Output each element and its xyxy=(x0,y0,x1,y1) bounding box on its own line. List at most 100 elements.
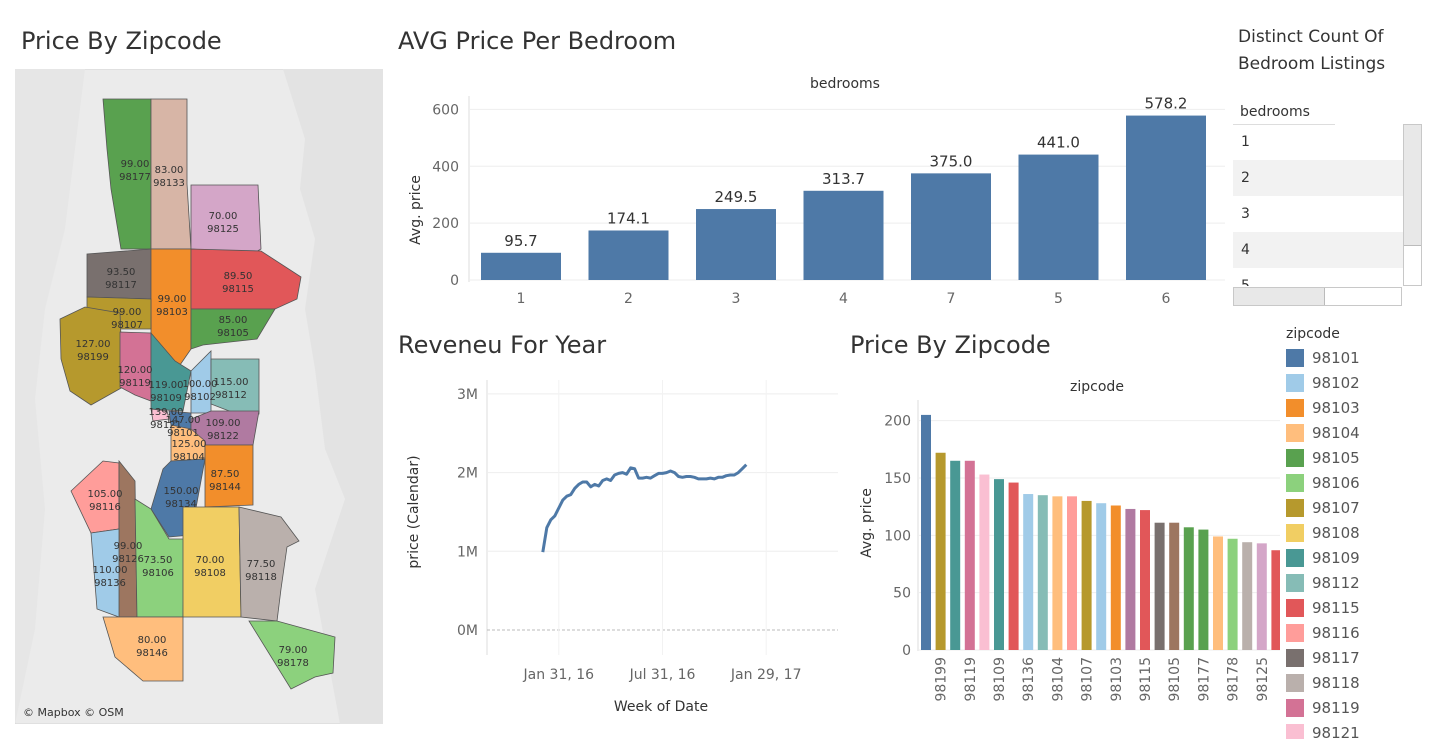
line-chart-revenue-series xyxy=(541,463,748,553)
legend-item[interactable]: 98116 xyxy=(1286,620,1436,645)
zipcode-region[interactable] xyxy=(118,459,138,618)
legend-item[interactable]: 98106 xyxy=(1286,470,1436,495)
zipcode-region-zip: 98177 xyxy=(119,172,151,183)
legend-label: 98103 xyxy=(1312,398,1360,417)
zip-chart-bar[interactable] xyxy=(935,452,946,650)
table-horizontal-scroll-thumb[interactable] xyxy=(1234,288,1325,305)
table-vertical-scroll-thumb[interactable] xyxy=(1404,125,1421,246)
bar-chart-bar[interactable] xyxy=(1018,154,1099,280)
zipcode-region-zip: 98104 xyxy=(173,452,205,463)
bar-chart-bar[interactable] xyxy=(911,173,991,280)
legend-swatch xyxy=(1286,548,1304,567)
line-chart-y-tick: 1M xyxy=(457,544,478,560)
zip-chart-bar[interactable] xyxy=(1023,494,1034,650)
legend-label: 98116 xyxy=(1312,623,1360,642)
zipcode-map[interactable]: 99.00 98177 83.00 98133 70.00 98125 93.50 98117… xyxy=(15,69,383,724)
zip-chart-y-tick: 0 xyxy=(902,643,911,659)
legend-item[interactable]: 98102 xyxy=(1286,370,1436,395)
table-horizontal-scrollbar[interactable] xyxy=(1233,287,1402,306)
zip-chart-bar[interactable] xyxy=(1067,496,1077,650)
legend-label: 98108 xyxy=(1312,523,1360,542)
legend-label: 98121 xyxy=(1312,723,1360,739)
legend-label: 98104 xyxy=(1312,423,1360,442)
bar-chart-bar[interactable] xyxy=(588,230,669,280)
bar-chart-bar[interactable] xyxy=(696,209,776,280)
zip-chart-bar[interactable] xyxy=(1140,510,1150,650)
zip-chart-y-tick: 200 xyxy=(884,414,911,430)
zipcode-region-zip: 98144 xyxy=(209,482,241,493)
table-row[interactable]: 5 xyxy=(1233,268,1403,286)
zip-chart-bar[interactable] xyxy=(1154,522,1165,650)
legend-item[interactable]: 98104 xyxy=(1286,420,1436,445)
zip-chart-bar[interactable] xyxy=(1213,536,1223,650)
legend-item[interactable]: 98121 xyxy=(1286,720,1436,739)
avg-price-bedroom-chart: bedrooms Avg. price 0 200 400 600 95.7 1 174.… xyxy=(408,76,1225,307)
zipcode-region-zip: 98133 xyxy=(153,178,185,189)
legend-label: 98105 xyxy=(1312,448,1360,467)
legend-item[interactable]: 98105 xyxy=(1286,445,1436,470)
legend-item[interactable]: 98118 xyxy=(1286,670,1436,695)
legend-item[interactable]: 98112 xyxy=(1286,570,1436,595)
zip-chart-bar[interactable] xyxy=(1169,522,1180,650)
zip-chart-bar[interactable] xyxy=(1008,482,1019,650)
legend-item[interactable]: 98108 xyxy=(1286,520,1436,545)
bar-chart-y-tick: 0 xyxy=(450,273,459,289)
zip-chart-bar[interactable] xyxy=(1096,503,1107,650)
zip-chart-bar[interactable] xyxy=(1037,495,1048,650)
bar-chart-y-tick: 600 xyxy=(432,102,459,118)
zip-chart-bar[interactable] xyxy=(1198,529,1209,650)
zip-chart-x-tick: 98178 xyxy=(1226,657,1242,702)
legend-item[interactable]: 98115 xyxy=(1286,595,1436,620)
table-row[interactable]: 3 xyxy=(1233,196,1403,232)
zip-chart-bar[interactable] xyxy=(994,479,1004,650)
table-row[interactable]: 4 xyxy=(1233,232,1403,268)
legend-label: 98102 xyxy=(1312,373,1360,392)
table-vertical-scrollbar[interactable] xyxy=(1403,124,1422,286)
line-chart-x-axis-label: Week of Date xyxy=(614,699,708,715)
bar-chart-y-axis-label: Avg. price xyxy=(408,175,424,245)
bar-chart-bar[interactable] xyxy=(803,190,884,280)
zip-chart-bar[interactable] xyxy=(1081,500,1092,650)
zipcode-region-zip: 98103 xyxy=(156,307,188,318)
zip-chart-bar[interactable] xyxy=(1227,538,1238,650)
line-chart-grid: 0M 1M 2M 3M xyxy=(457,387,838,639)
legend-item[interactable]: 98107 xyxy=(1286,495,1436,520)
legend-swatch xyxy=(1286,373,1304,392)
zip-chart-bar[interactable] xyxy=(1125,508,1136,650)
zip-chart-bar[interactable] xyxy=(964,460,975,650)
bar-chart-bar[interactable] xyxy=(481,252,561,280)
zipcode-legend: zipcode 98101 98102 98103 98104 98105 98106 98… xyxy=(1286,323,1436,739)
bar-chart-bar[interactable] xyxy=(1126,115,1206,280)
legend-item[interactable]: 98101 xyxy=(1286,345,1436,370)
zip-chart-bar[interactable] xyxy=(950,460,961,650)
zip-chart-bar[interactable] xyxy=(1242,542,1253,650)
legend-item[interactable]: 98117 xyxy=(1286,645,1436,670)
legend-label: 98118 xyxy=(1312,673,1360,692)
legend-label: 98119 xyxy=(1312,698,1360,717)
zipcode-region-price: 147.00 xyxy=(166,415,201,426)
legend-items: 98101 98102 98103 98104 98105 98106 98107 98108… xyxy=(1286,345,1436,739)
table-row[interactable]: 1 xyxy=(1233,124,1403,160)
zipcode-region-zip: 98115 xyxy=(222,284,254,295)
zip-chart-bar[interactable] xyxy=(1052,496,1063,650)
line-chart-x-ticks: Jan 31, 16 Jul 31, 16 Jan 29, 17 xyxy=(523,380,801,683)
legend-item[interactable]: 98109 xyxy=(1286,545,1436,570)
zip-chart-x-tick: 98103 xyxy=(1109,657,1125,702)
zip-chart-bar[interactable] xyxy=(979,474,990,650)
zip-chart-title: Price By Zipcode xyxy=(850,331,1051,359)
zip-chart-bar[interactable] xyxy=(1183,527,1194,650)
legend-title: zipcode xyxy=(1286,326,1340,342)
zipcode-region-zip: 98117 xyxy=(105,280,137,291)
zip-chart-bar[interactable] xyxy=(1256,543,1267,650)
zip-chart-bar[interactable] xyxy=(1110,505,1121,650)
zip-chart-bar[interactable] xyxy=(921,414,931,650)
table-header: bedrooms xyxy=(1233,98,1335,125)
zipcode-region-zip: 98146 xyxy=(136,648,168,659)
zipcode-region-price: 110.00 xyxy=(93,565,128,576)
legend-item[interactable]: 98119 xyxy=(1286,695,1436,720)
zip-chart-bar[interactable] xyxy=(1271,550,1280,650)
table-row[interactable]: 2 xyxy=(1233,160,1403,196)
zip-chart-y-tick: 50 xyxy=(893,586,911,602)
zipcode-region-zip: 98178 xyxy=(277,658,309,669)
legend-item[interactable]: 98103 xyxy=(1286,395,1436,420)
